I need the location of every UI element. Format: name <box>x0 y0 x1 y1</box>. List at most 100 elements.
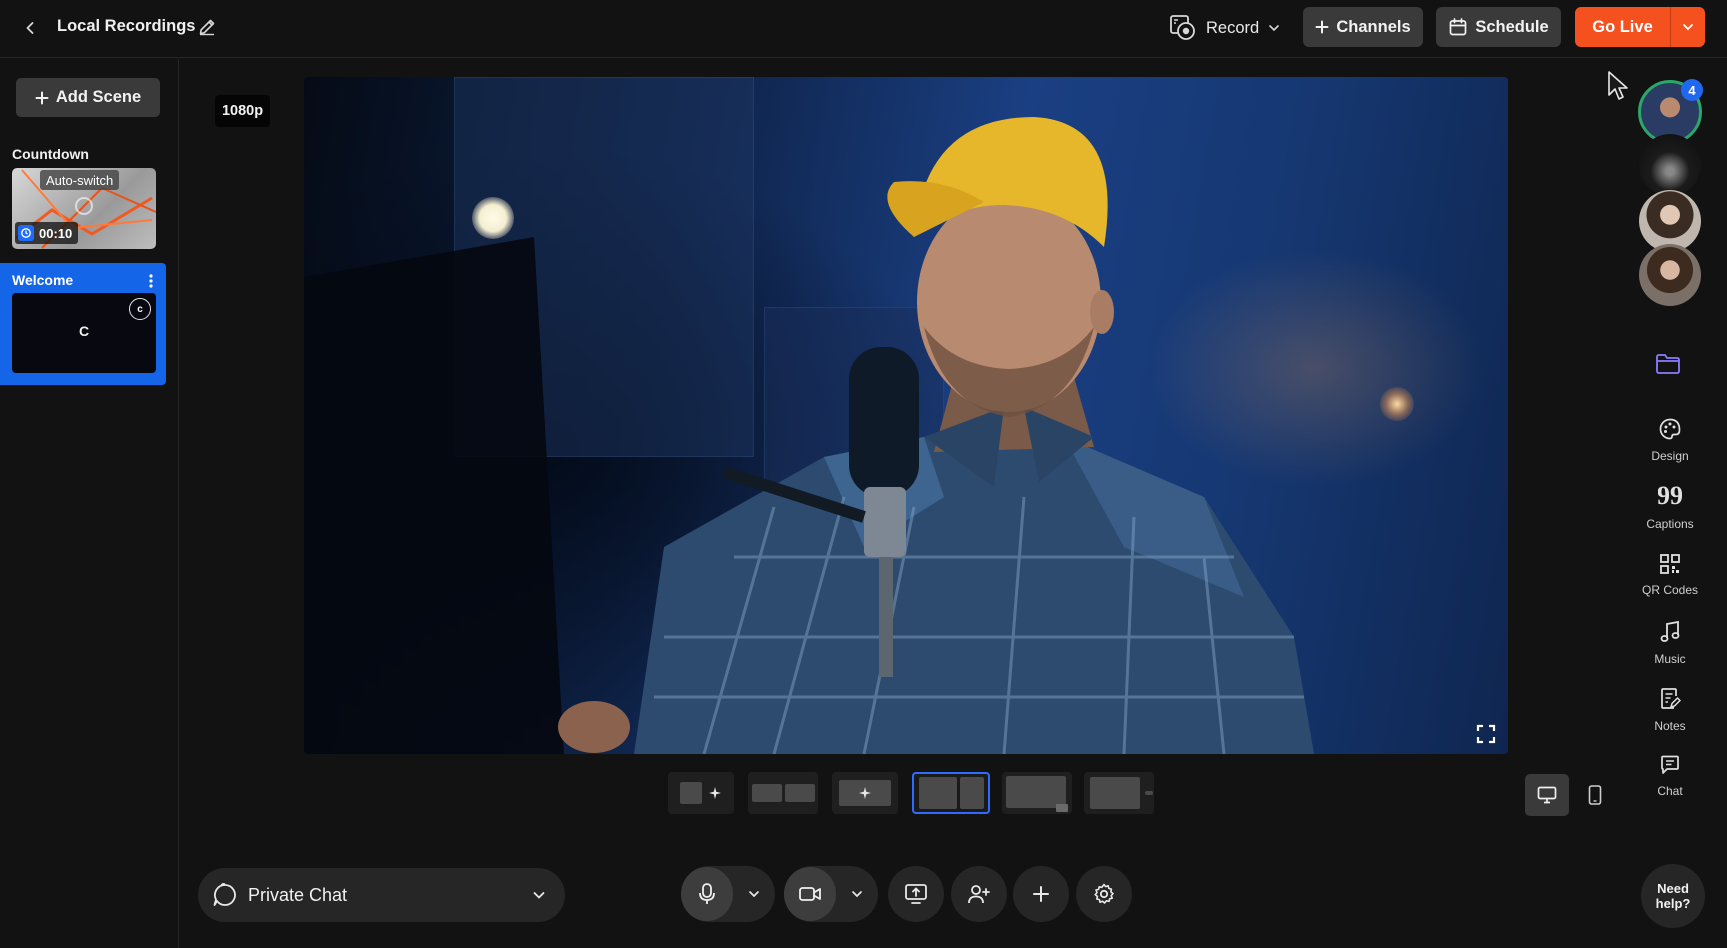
schedule-label: Schedule <box>1475 17 1549 36</box>
captions-icon: 99 <box>1658 485 1682 509</box>
welcome-thumb-badge: c <box>129 298 151 320</box>
microphone-control <box>681 866 775 922</box>
edit-title-button[interactable] <box>197 17 219 39</box>
page-title: Local Recordings <box>57 17 196 35</box>
record-icon <box>1170 15 1195 40</box>
layout-block <box>680 782 702 804</box>
participant-count-badge: 4 <box>1681 79 1703 101</box>
layout-option-split[interactable] <box>912 772 990 814</box>
go-live-dropdown[interactable] <box>1671 7 1705 47</box>
camera-control <box>784 866 878 922</box>
calendar-icon <box>1449 18 1467 36</box>
rail-item-notes[interactable]: Notes <box>1630 687 1710 733</box>
layout-option-sparkle[interactable] <box>832 772 898 814</box>
share-screen-icon <box>905 884 927 904</box>
microphone-button[interactable] <box>681 867 733 921</box>
scene-thumbnail-welcome[interactable]: C c <box>12 293 156 373</box>
media-folder-button[interactable] <box>1655 352 1683 378</box>
timer-icon <box>18 225 34 241</box>
chevron-down-icon <box>1683 24 1693 31</box>
chat-icon <box>1661 755 1679 774</box>
folder-icon <box>1656 354 1680 374</box>
auto-switch-badge: Auto-switch <box>40 170 120 190</box>
channels-label: Channels <box>1336 17 1411 36</box>
countdown-timer-badge: 00:10 <box>15 222 79 244</box>
microphone-icon <box>698 883 715 904</box>
layout-option-pip[interactable] <box>1002 772 1072 814</box>
camera-button[interactable] <box>784 867 836 921</box>
mouse-cursor-icon <box>1608 71 1628 100</box>
record-button[interactable]: Record <box>1162 8 1284 48</box>
scene-name-welcome: Welcome <box>12 272 74 288</box>
settings-button[interactable] <box>1076 866 1132 922</box>
share-screen-button[interactable] <box>888 866 944 922</box>
countdown-timer-value: 00:10 <box>39 225 73 241</box>
camera-options-button[interactable] <box>836 887 878 901</box>
plus-icon <box>1315 20 1329 34</box>
participant-avatar[interactable] <box>1639 134 1701 196</box>
desktop-view-toggle[interactable] <box>1525 774 1569 816</box>
scene-menu-button[interactable] <box>146 273 156 289</box>
scenes-panel: Add Scene Countdown Auto-switch 00:10 We… <box>0 59 179 948</box>
rail-item-music[interactable]: Music <box>1630 620 1710 666</box>
rail-item-qr-codes[interactable]: QR Codes <box>1630 553 1710 597</box>
private-chat-label: Private Chat <box>248 884 348 905</box>
mobile-view-toggle[interactable] <box>1580 774 1610 816</box>
svg-text:99: 99 <box>1658 485 1682 509</box>
microphone-options-button[interactable] <box>733 887 775 901</box>
private-chat-selector[interactable]: Private Chat <box>198 868 565 922</box>
rail-label: Chat <box>1657 784 1683 798</box>
stage-preview[interactable] <box>304 77 1508 754</box>
add-scene-label: Add Scene <box>55 88 142 106</box>
scene-name-countdown: Countdown <box>12 146 89 162</box>
rail-item-captions[interactable]: 99 Captions <box>1630 485 1710 531</box>
layout-block <box>918 777 957 809</box>
layout-block <box>1006 776 1068 812</box>
phone-icon <box>1588 785 1602 805</box>
fullscreen-button[interactable] <box>1474 722 1498 746</box>
sparkle-icon <box>709 787 721 799</box>
participant-avatar[interactable] <box>1639 190 1701 252</box>
chevron-down-icon <box>749 891 759 898</box>
notes-icon <box>1661 688 1681 709</box>
layout-option-solo-sparkle[interactable] <box>668 772 734 814</box>
layout-block <box>959 777 984 809</box>
participant-avatar[interactable] <box>1639 244 1701 306</box>
scene-card-welcome[interactable]: Welcome C c <box>0 263 166 385</box>
resolution-badge: 1080p <box>215 95 270 127</box>
chevron-down-icon <box>852 891 862 898</box>
chevron-down-icon <box>1269 25 1280 32</box>
add-button[interactable] <box>1013 866 1069 922</box>
invite-guest-button[interactable] <box>951 866 1007 922</box>
pencil-icon <box>199 19 215 36</box>
top-bar: Local Recordings Record Channels Schedul… <box>0 0 1727 58</box>
go-live-group: Go Live <box>1575 7 1705 47</box>
rail-item-design[interactable]: Design <box>1630 417 1710 463</box>
rail-label: Design <box>1651 449 1689 463</box>
schedule-button[interactable]: Schedule <box>1436 7 1561 47</box>
plus-icon <box>35 91 49 104</box>
layout-option-side-by-side[interactable] <box>748 772 818 814</box>
rail-item-chat[interactable]: Chat <box>1630 754 1710 798</box>
layout-selector <box>668 772 1154 814</box>
layout-block <box>1145 791 1153 795</box>
go-live-button[interactable]: Go Live <box>1575 7 1670 47</box>
gear-icon <box>1094 883 1114 904</box>
layout-option-main-side[interactable] <box>1084 772 1154 814</box>
need-help-button[interactable]: Need help? <box>1641 864 1705 928</box>
add-user-icon <box>968 885 990 904</box>
monitor-icon <box>1537 786 1557 804</box>
rail-label: Music <box>1654 652 1686 666</box>
rail-label: Captions <box>1646 517 1694 531</box>
layout-block <box>784 784 815 802</box>
chevron-left-icon <box>26 22 34 34</box>
back-button[interactable] <box>18 16 42 40</box>
chat-bubble-icon <box>213 883 236 906</box>
layout-block <box>839 780 891 806</box>
add-scene-button[interactable]: Add Scene <box>16 78 160 117</box>
sparkle-icon <box>859 787 871 799</box>
rail-label: QR Codes <box>1641 583 1699 597</box>
plus-icon <box>1033 886 1049 902</box>
scene-thumbnail-countdown[interactable]: Auto-switch 00:10 <box>12 168 156 249</box>
channels-button[interactable]: Channels <box>1303 7 1423 47</box>
